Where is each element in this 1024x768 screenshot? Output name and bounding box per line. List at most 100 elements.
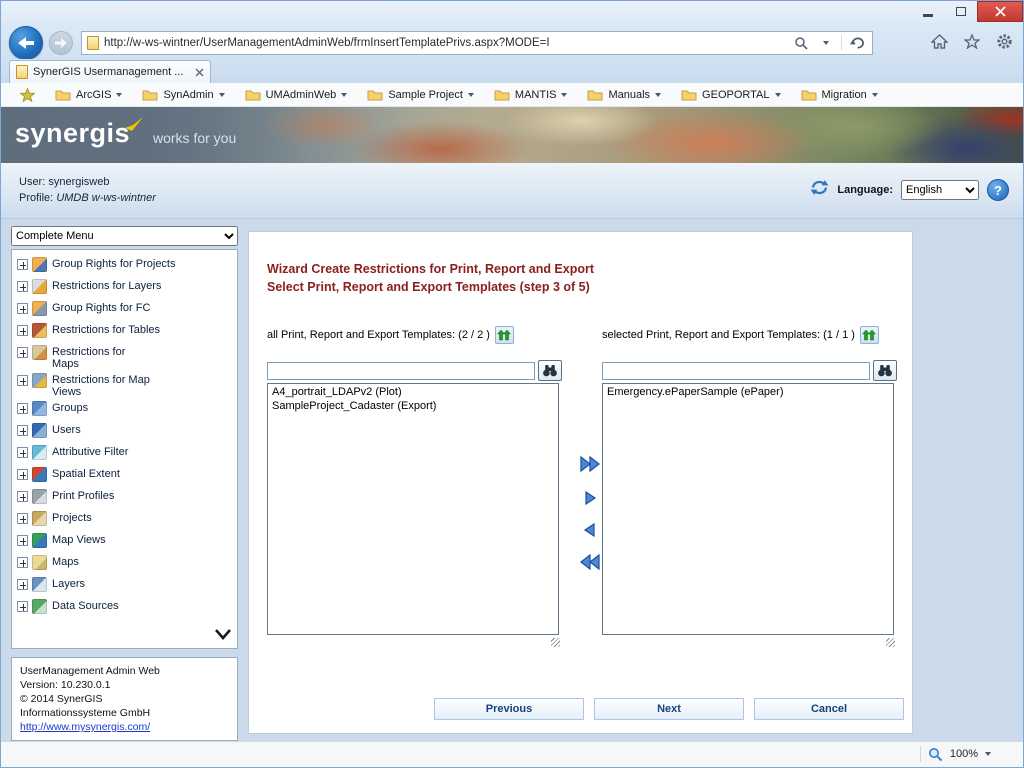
add-favorite-button[interactable] bbox=[11, 86, 44, 104]
binoculars-icon bbox=[542, 364, 558, 377]
sidebar-item-map-views[interactable]: Map Views bbox=[17, 531, 235, 552]
list-item[interactable]: A4_portrait_LDAPv2 (Plot) bbox=[268, 385, 558, 399]
group-rights-projects-icon bbox=[32, 257, 47, 272]
sidebar-item-restrictions-layers[interactable]: Restrictions for Layers bbox=[17, 277, 235, 298]
move-right-button[interactable] bbox=[575, 486, 605, 510]
list-item[interactable]: Emergency.ePaperSample (ePaper) bbox=[603, 385, 893, 399]
folder-icon bbox=[801, 88, 817, 101]
selected-templates-text: selected Print, Report and Export Templa… bbox=[602, 329, 855, 341]
select-all-right-button[interactable] bbox=[860, 326, 879, 344]
reload-language-button[interactable] bbox=[810, 179, 829, 201]
move-all-left-button[interactable] bbox=[575, 550, 605, 574]
expand-icon[interactable] bbox=[17, 513, 28, 524]
tab-close-icon[interactable] bbox=[195, 68, 204, 77]
help-button[interactable]: ? bbox=[987, 179, 1009, 201]
sidebar-item-restrictions-tables[interactable]: Restrictions for Tables bbox=[17, 321, 235, 342]
expand-icon[interactable] bbox=[17, 325, 28, 336]
browser-tab[interactable]: SynerGIS Usermanagement ... bbox=[9, 60, 211, 83]
url-text[interactable]: http://w-ws-wintner/UserManagementAdminW… bbox=[104, 37, 786, 49]
move-all-right-button[interactable] bbox=[575, 452, 605, 476]
favorite-synadmin[interactable]: SynAdmin bbox=[133, 86, 233, 103]
sidebar-item-users[interactable]: Users bbox=[17, 421, 235, 442]
window-controls bbox=[911, 1, 1023, 22]
expand-icon[interactable] bbox=[17, 447, 28, 458]
menu-mode-select[interactable]: Complete Menu bbox=[11, 226, 238, 246]
available-listbox-resize-grip[interactable] bbox=[551, 638, 560, 647]
sidebar-item-print-profiles[interactable]: Print Profiles bbox=[17, 487, 235, 508]
autocomplete-dropdown-button[interactable] bbox=[816, 33, 836, 53]
previous-button[interactable]: Previous bbox=[434, 698, 584, 720]
restrictions-tables-icon bbox=[32, 323, 47, 338]
sidebar-item-spatial-extent[interactable]: Spatial Extent bbox=[17, 465, 235, 486]
available-search-button[interactable] bbox=[538, 360, 562, 381]
sidebar-item-group-rights-projects[interactable]: Group Rights for Projects bbox=[17, 255, 235, 276]
cancel-button[interactable]: Cancel bbox=[754, 698, 904, 720]
favorite-geoportal[interactable]: GEOPORTAL bbox=[672, 86, 789, 103]
version-text: Version: 10.230.0.1 bbox=[20, 678, 229, 692]
zoom-icon bbox=[928, 747, 943, 762]
expand-icon[interactable] bbox=[17, 259, 28, 270]
refresh-button[interactable] bbox=[847, 33, 867, 53]
search-button[interactable] bbox=[791, 33, 811, 53]
company-name: Informationssysteme GmbH bbox=[20, 706, 229, 720]
sidebar-item-projects[interactable]: Projects bbox=[17, 509, 235, 530]
expand-icon[interactable] bbox=[17, 469, 28, 480]
next-button[interactable]: Next bbox=[594, 698, 744, 720]
expand-icon[interactable] bbox=[17, 601, 28, 612]
tools-button[interactable] bbox=[996, 33, 1013, 50]
favorite-mantis[interactable]: MANTIS bbox=[485, 86, 577, 103]
selected-templates-listbox[interactable]: Emergency.ePaperSample (ePaper) bbox=[602, 383, 894, 635]
list-item[interactable]: SampleProject_Cadaster (Export) bbox=[268, 399, 558, 413]
sidebar-item-restrictions-maps[interactable]: Restrictions for Maps bbox=[17, 343, 235, 370]
sidebar-item-attributive-filter[interactable]: Attributive Filter bbox=[17, 443, 235, 464]
double-arrow-left-icon bbox=[578, 553, 602, 571]
favorite-migration[interactable]: Migration bbox=[792, 86, 887, 103]
home-button[interactable] bbox=[931, 34, 948, 49]
selected-templates-label: selected Print, Report and Export Templa… bbox=[602, 326, 904, 344]
sidebar-item-group-rights-fc[interactable]: Group Rights for FC bbox=[17, 299, 235, 320]
expand-icon[interactable] bbox=[17, 403, 28, 414]
expand-icon[interactable] bbox=[17, 425, 28, 436]
favorite-label: Migration bbox=[822, 89, 867, 101]
expand-icon[interactable] bbox=[17, 535, 28, 546]
folder-icon bbox=[367, 88, 383, 101]
favorite-label: Sample Project bbox=[388, 89, 463, 101]
minimize-button[interactable] bbox=[911, 1, 944, 22]
zoom-control[interactable]: 100% bbox=[920, 746, 991, 762]
favorite-sample-project[interactable]: Sample Project bbox=[358, 86, 483, 103]
sidebar-item-groups[interactable]: Groups bbox=[17, 399, 235, 420]
expand-icon[interactable] bbox=[17, 281, 28, 292]
close-button[interactable] bbox=[977, 1, 1023, 22]
expand-icon[interactable] bbox=[17, 491, 28, 502]
expand-icon[interactable] bbox=[17, 347, 28, 358]
language-select[interactable]: English bbox=[901, 180, 979, 200]
move-left-button[interactable] bbox=[575, 518, 605, 542]
expand-icon[interactable] bbox=[17, 375, 28, 386]
sidebar-item-layers[interactable]: Layers bbox=[17, 575, 235, 596]
expand-icon[interactable] bbox=[17, 579, 28, 590]
tree-scroll-down-button[interactable] bbox=[213, 628, 233, 646]
available-templates-listbox[interactable]: A4_portrait_LDAPv2 (Plot) SampleProject_… bbox=[267, 383, 559, 635]
favorite-manuals[interactable]: Manuals bbox=[578, 86, 670, 103]
expand-icon[interactable] bbox=[17, 303, 28, 314]
sidebar-item-maps[interactable]: Maps bbox=[17, 553, 235, 574]
address-bar[interactable]: http://w-ws-wintner/UserManagementAdminW… bbox=[81, 31, 873, 55]
back-button[interactable] bbox=[9, 26, 43, 60]
favorite-arcgis[interactable]: ArcGIS bbox=[46, 86, 131, 103]
maximize-button[interactable] bbox=[944, 1, 977, 22]
sidebar-item-restrictions-map-views[interactable]: Restrictions for Map Views bbox=[17, 371, 235, 398]
expand-icon[interactable] bbox=[17, 557, 28, 568]
selected-search-button[interactable] bbox=[873, 360, 897, 381]
attributive-filter-icon bbox=[32, 445, 47, 460]
selected-filter-input[interactable] bbox=[602, 362, 870, 380]
available-templates-label: all Print, Report and Export Templates: … bbox=[267, 326, 569, 344]
company-website-link[interactable]: http://www.mysynergis.com/ bbox=[20, 721, 150, 733]
favorites-button[interactable] bbox=[964, 34, 980, 49]
select-all-left-button[interactable] bbox=[495, 326, 514, 344]
selected-listbox-resize-grip[interactable] bbox=[886, 638, 895, 647]
favorite-umadminweb[interactable]: UMAdminWeb bbox=[236, 86, 357, 103]
sidebar-item-label: Restrictions for Layers bbox=[52, 277, 161, 292]
forward-button[interactable] bbox=[49, 31, 73, 55]
sidebar-item-data-sources[interactable]: Data Sources bbox=[17, 597, 235, 618]
available-filter-input[interactable] bbox=[267, 362, 535, 380]
